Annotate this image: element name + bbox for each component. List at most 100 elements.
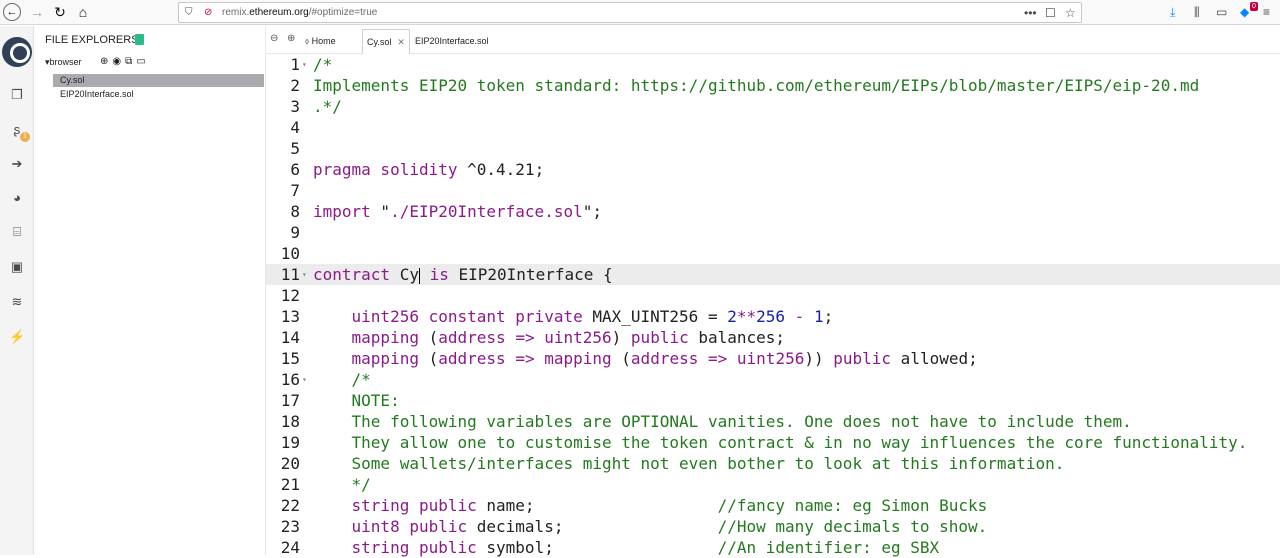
file-explorer-title: FILE EXPLORERS [45, 34, 139, 46]
code-token: allowed; [891, 349, 978, 368]
bookmark-star-icon[interactable]: ☆ [1065, 5, 1076, 21]
code-text: mapping (address => mapping (address => … [313, 348, 978, 369]
code-line[interactable]: 19 They allow one to customise the token… [266, 432, 1280, 453]
line-number: 15 [280, 349, 300, 368]
code-token: NOTE: [351, 391, 400, 410]
hamburger-menu-icon[interactable]: ≡ [1263, 3, 1270, 21]
code-line[interactable]: 20 Some wallets/interfaces might not eve… [266, 453, 1280, 474]
tab-eip20interface-sol[interactable]: EIP20Interface.sol [411, 29, 493, 54]
zoom-out-icon[interactable]: ⊖ [270, 33, 278, 44]
ethereum-icon: ⬨ [305, 36, 310, 46]
download-icon[interactable]: ⤓ [1170, 3, 1175, 21]
code-token: ) [611, 328, 631, 347]
code-line[interactable]: 9 [266, 222, 1280, 243]
url-text[interactable]: remix.ethereum.org/#optimize=true [222, 7, 377, 18]
back-arrow-icon[interactable]: ← [3, 3, 21, 21]
code-token: MAX_UINT256 = [582, 307, 728, 326]
code-token: symbol; [476, 538, 718, 557]
code-line[interactable]: 13 uint256 constant private MAX_UINT256 … [266, 306, 1280, 327]
code-token: public [833, 349, 892, 368]
code-token: //An identifier: eg SBX [717, 538, 940, 557]
code-line[interactable]: 23 uint8 public decimals; //How many dec… [266, 516, 1280, 537]
file-item[interactable]: EIP20Interface.sol [53, 88, 264, 101]
shield-icon[interactable]: ⛉ [185, 6, 193, 20]
reload-icon[interactable]: ↻ [51, 3, 69, 21]
code-line[interactable]: 16 ▾ /* [266, 369, 1280, 390]
fold-arrow-icon[interactable]: ▾ [302, 54, 307, 75]
code-text: NOTE: [313, 390, 400, 411]
code-line[interactable]: 12 [266, 285, 1280, 306]
code-token: Some wallets/interfaces might not even b… [351, 454, 1065, 473]
file-explorer-icon[interactable]: ❐ [9, 87, 25, 103]
workspace-icon [135, 34, 144, 45]
line-number: 4 [290, 118, 300, 137]
line-number: 20 [280, 454, 300, 473]
home-icon[interactable]: ⌂ [74, 3, 92, 21]
code-editor[interactable]: 1 ▾/* 2 Implements EIP20 token standard: ht… [266, 54, 1280, 557]
deploy-run-icon[interactable]: ➔ [9, 156, 25, 172]
insecure-lock-icon[interactable]: ⊘ [204, 6, 212, 20]
code-line[interactable]: 5 [266, 138, 1280, 159]
code-line[interactable]: 4 [266, 117, 1280, 138]
code-token: Cy [390, 265, 419, 284]
code-line[interactable]: 1 ▾ /* [266, 54, 1280, 75]
code-token: ( [611, 349, 631, 368]
url-bar[interactable]: ⛉ ⊘ remix.ethereum.org/#optimize=true ••… [178, 2, 1082, 23]
code-line[interactable]: 2 Implements EIP20 token standard: https:… [266, 75, 1280, 96]
code-line[interactable]: 11 ▾ contract Cy is EIP20Interface { [266, 264, 1280, 285]
remix-logo-icon[interactable] [2, 37, 32, 67]
line-number: 1 [290, 55, 300, 74]
fold-arrow-icon[interactable]: ▾ [302, 369, 307, 390]
sidebar-toggle-icon[interactable]: ▭ [1216, 3, 1227, 21]
wave-plugin-icon[interactable]: ≋ [9, 294, 25, 310]
code-line[interactable]: 6 pragma solidity ^0.4.21; [266, 159, 1280, 180]
plugin-manager-icon[interactable]: ⚡ [9, 329, 25, 345]
code-token: .*/ [313, 97, 342, 116]
copy-icon[interactable]: ⧉ [125, 56, 136, 67]
code-line[interactable]: 17 NOTE: [266, 390, 1280, 411]
code-line[interactable]: 10 [266, 243, 1280, 264]
pocket-icon[interactable]: ☐ [1045, 5, 1056, 21]
zoom-in-icon[interactable]: ⊕ [287, 33, 295, 44]
fold-arrow-icon[interactable]: ▾ [302, 264, 307, 285]
code-line[interactable]: 8 import "./EIP20Interface.sol"; [266, 201, 1280, 222]
browser-folder[interactable]: ▾browser [45, 57, 82, 68]
create-file-icon[interactable]: ⊕ [100, 56, 112, 67]
code-text: /* [313, 54, 332, 75]
code-line[interactable]: 18 The following variables are OPTIONAL … [266, 411, 1280, 432]
tab-home[interactable]: ⬨ Home [301, 29, 340, 54]
file-item[interactable]: Cy.sol [53, 74, 264, 87]
code-token: mapping [351, 349, 419, 368]
forward-arrow-icon[interactable]: → [28, 3, 46, 21]
line-number: 10 [280, 244, 300, 263]
tab-cy-sol[interactable]: Cy.sol ✕ [362, 29, 410, 54]
close-icon[interactable]: ✕ [397, 37, 405, 47]
open-folder-icon[interactable]: ▭ [136, 56, 149, 67]
debugger-icon[interactable]: ⌸ [9, 224, 25, 240]
code-line[interactable]: 21 */ [266, 474, 1280, 495]
github-icon[interactable]: ◉ [112, 56, 125, 67]
library-icon[interactable]: ⫼ [1194, 3, 1200, 21]
code-line[interactable]: 3 .*/ [266, 96, 1280, 117]
code-token: "; [582, 202, 602, 221]
plugin-3-icon[interactable]: ▣ [9, 259, 25, 275]
code-line[interactable]: 14 mapping (address => uint256) public b… [266, 327, 1280, 348]
code-line[interactable]: 7 [266, 180, 1280, 201]
extension-icon[interactable]: ◆ [1240, 3, 1249, 21]
page-actions-menu-icon[interactable]: ••• [1024, 5, 1037, 21]
code-line[interactable]: 22 string public name; //fancy name: eg … [266, 495, 1280, 516]
code-token: ( [418, 328, 439, 347]
code-token: //How many decimals to show. [717, 517, 988, 536]
line-number: 2 [290, 76, 300, 95]
code-line[interactable]: 15 mapping (address => mapping (address … [266, 348, 1280, 369]
analysis-icon[interactable]: ◕ [9, 190, 25, 206]
